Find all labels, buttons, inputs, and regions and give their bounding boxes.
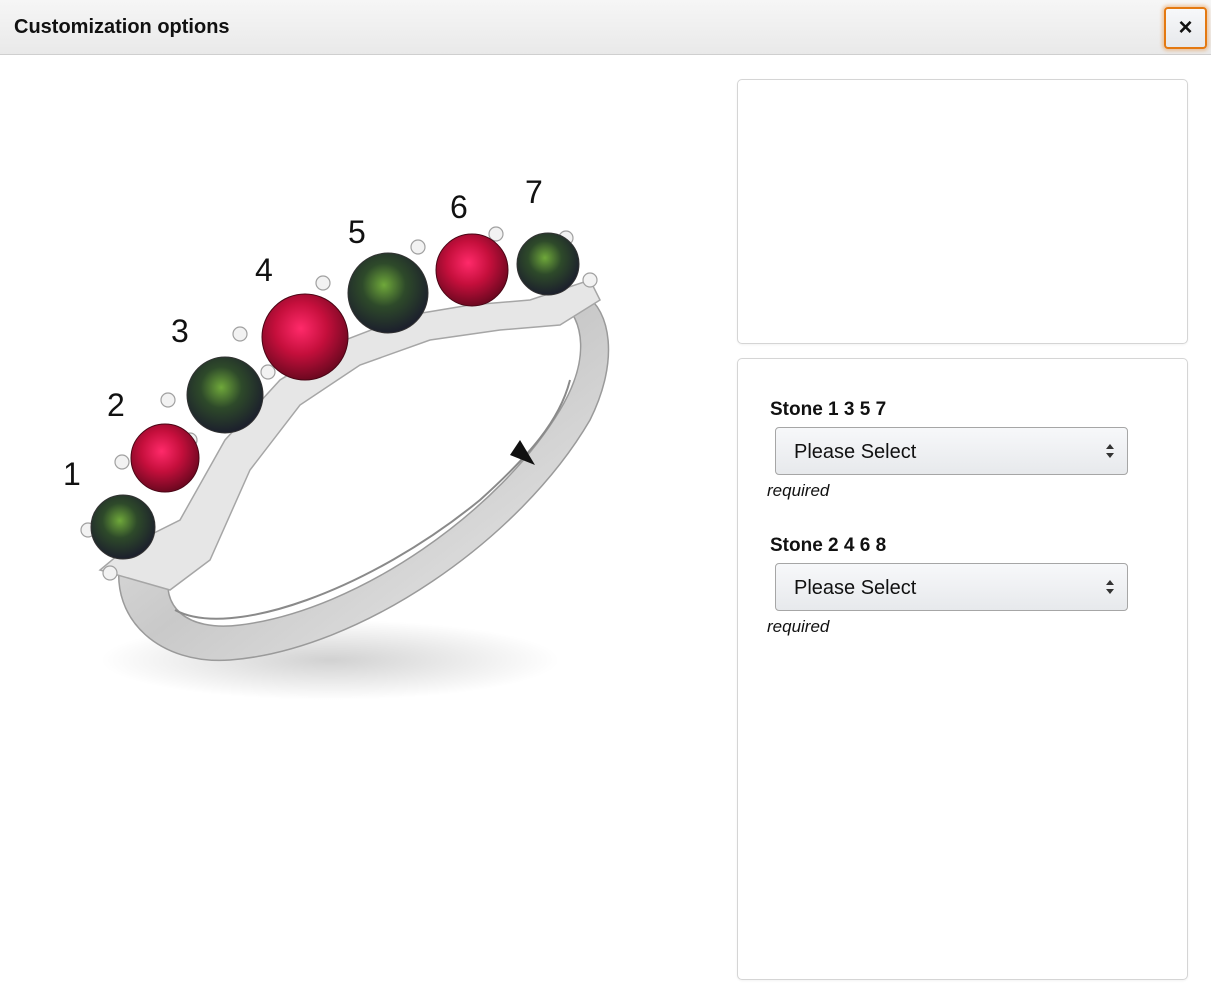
select-arrows-icon: [1106, 444, 1114, 458]
close-icon: ×: [1178, 14, 1193, 41]
stone-even-select[interactable]: Please Select: [775, 563, 1128, 611]
stone-odd-select-value: Please Select: [794, 441, 917, 463]
ring-illustration: 1 2 3 4 5 6 7: [63, 174, 610, 700]
stone-number-7: 7: [525, 174, 543, 210]
stone-even-label: Stone 2 4 6 8: [770, 535, 887, 556]
stone-2: [130, 423, 200, 493]
stone-odd-select[interactable]: Please Select: [775, 427, 1128, 475]
stone-even-select-value: Please Select: [794, 577, 917, 599]
stone-number-1: 1: [63, 456, 81, 492]
close-button[interactable]: ×: [1164, 7, 1207, 49]
modal-header: Customization options ×: [0, 0, 1211, 55]
modal-title: Customization options: [14, 16, 230, 38]
stone-number-3: 3: [171, 313, 189, 349]
stone-odd-required: required: [767, 481, 830, 500]
stone-number-5: 5: [348, 214, 366, 250]
stone-number-4: 4: [255, 252, 273, 288]
select-arrows-icon: [1106, 580, 1114, 594]
stone-odd-label: Stone 1 3 5 7: [770, 399, 887, 420]
stone-number-2: 2: [107, 387, 125, 423]
stone-4: [261, 293, 349, 381]
stone-7: [516, 232, 580, 296]
prongs: [80, 226, 598, 581]
stone-6: [435, 233, 509, 307]
stone-even-required: required: [767, 617, 830, 636]
options-panel: Stone 1 3 5 7 Please Select required Sto…: [737, 358, 1188, 980]
stone-5: [347, 252, 429, 334]
stone-1: [90, 494, 156, 560]
stone-number-6: 6: [450, 189, 468, 225]
preview-panel: [737, 79, 1188, 344]
ring-image: 1 2 3 4 5 6 7: [0, 56, 720, 1000]
stone-3: [186, 356, 264, 434]
